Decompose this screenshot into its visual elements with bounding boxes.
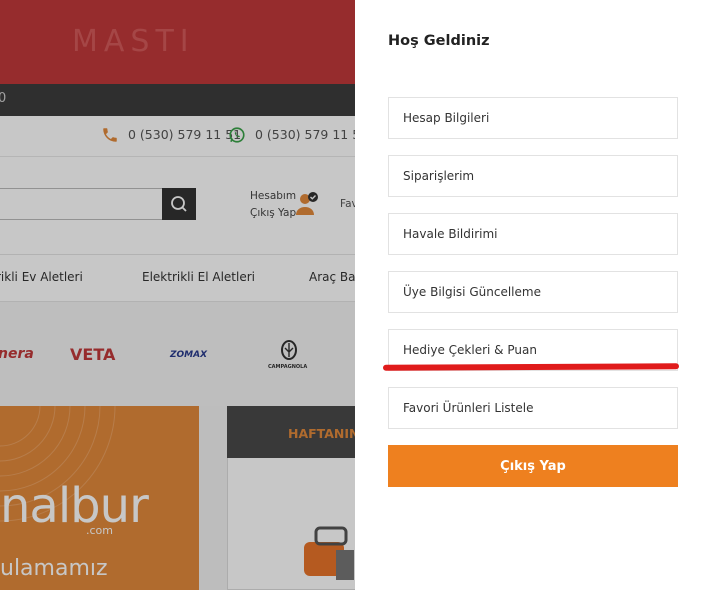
menu-item-orders[interactable]: Siparişlerim — [388, 155, 678, 197]
menu-item-account-info[interactable]: Hesap Bilgileri — [388, 97, 678, 139]
menu-item-transfer-notification[interactable]: Havale Bildirimi — [388, 213, 678, 255]
logout-button[interactable]: Çıkış Yap — [388, 445, 678, 487]
menu-item-update-profile[interactable]: Üye Bilgisi Güncelleme — [388, 271, 678, 313]
account-side-panel: Hoş Geldiniz Hesap Bilgileri Siparişleri… — [355, 0, 710, 590]
panel-title: Hoş Geldiniz — [388, 33, 490, 49]
menu-item-favorite-products[interactable]: Favori Ürünleri Listele — [388, 387, 678, 429]
screen: MASTI 0 0 (530) 579 11 51 0 (530) 579 11… — [0, 0, 710, 590]
dim-overlay[interactable] — [0, 0, 355, 590]
